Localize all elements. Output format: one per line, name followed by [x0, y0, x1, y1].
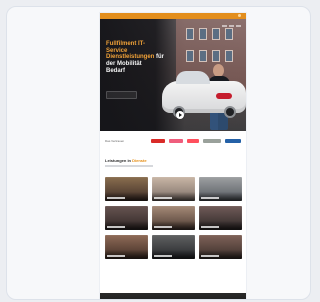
hero-title: Fullfilment IT- Service Dienstleistungen…: [106, 41, 186, 75]
building-window: [225, 50, 233, 62]
building-window: [225, 28, 233, 40]
dark-footer-preview: [100, 293, 246, 299]
service-card-label: [154, 226, 172, 228]
hero-title-line-3: Dienstleistungen: [106, 54, 155, 61]
service-card-label: [107, 197, 125, 199]
service-card[interactable]: [105, 206, 148, 230]
car-illustration: [162, 71, 246, 118]
top-bar-dot: [238, 14, 241, 17]
services-section: Leistungen in Dienste: [100, 147, 246, 265]
partner-logo: [187, 138, 199, 143]
service-card[interactable]: [199, 177, 242, 201]
car-wheel-icon: [224, 106, 236, 118]
services-subtitle-line: [105, 165, 153, 167]
services-grid: [105, 177, 242, 259]
services-title: Leistungen in Dienste: [105, 158, 241, 163]
nav-link[interactable]: [229, 25, 234, 27]
service-card-label: [201, 255, 219, 257]
service-card[interactable]: [105, 177, 148, 201]
nav-link[interactable]: [222, 25, 227, 27]
service-card[interactable]: [199, 235, 242, 259]
service-card-label: [201, 226, 219, 228]
browser-card: Fullfilment IT- Service Dienstleistungen…: [6, 6, 311, 300]
service-card[interactable]: [152, 235, 195, 259]
service-card-label: [107, 255, 125, 257]
partner-logo: [169, 138, 183, 143]
building-window: [186, 50, 194, 62]
service-card-label: [107, 226, 125, 228]
building-window: [212, 50, 220, 62]
webpage-preview: Fullfilment IT- Service Dienstleistungen…: [99, 12, 247, 299]
play-icon[interactable]: [176, 111, 184, 119]
service-card[interactable]: [152, 177, 195, 201]
building-window: [199, 28, 207, 40]
building-window: [199, 50, 207, 62]
hero-title-line-1: Fullfilment IT-: [106, 41, 145, 47]
hero-title-line-4: für: [156, 54, 165, 61]
services-title-text: Leistungen in: [105, 158, 131, 163]
partners-label: Das Vertrauen: [105, 138, 125, 143]
hero-button[interactable]: [106, 90, 137, 99]
services-title-accent: Dienste: [132, 158, 147, 163]
partner-logo: [151, 138, 165, 143]
service-card[interactable]: [152, 206, 195, 230]
nav-links: [222, 25, 241, 27]
partners-strip: Das Vertrauen: [100, 131, 246, 147]
building-window: [186, 28, 194, 40]
service-card-label: [154, 197, 172, 199]
hero-title-line-5: der Mobilität: [106, 61, 142, 68]
nav-link[interactable]: [236, 25, 241, 27]
building-window: [212, 28, 220, 40]
partner-logos: [151, 138, 241, 143]
hero-title-line-2: Service: [106, 47, 128, 54]
service-card[interactable]: [105, 235, 148, 259]
service-card-label: [201, 197, 219, 199]
partner-logo: [203, 138, 221, 143]
partner-logo: [225, 138, 241, 143]
hero-section: Fullfilment IT- Service Dienstleistungen…: [100, 19, 246, 131]
service-card[interactable]: [199, 206, 242, 230]
service-card-label: [154, 255, 172, 257]
car-logo-icon: [216, 93, 232, 99]
hero-title-line-6: Bedarf: [106, 67, 126, 74]
